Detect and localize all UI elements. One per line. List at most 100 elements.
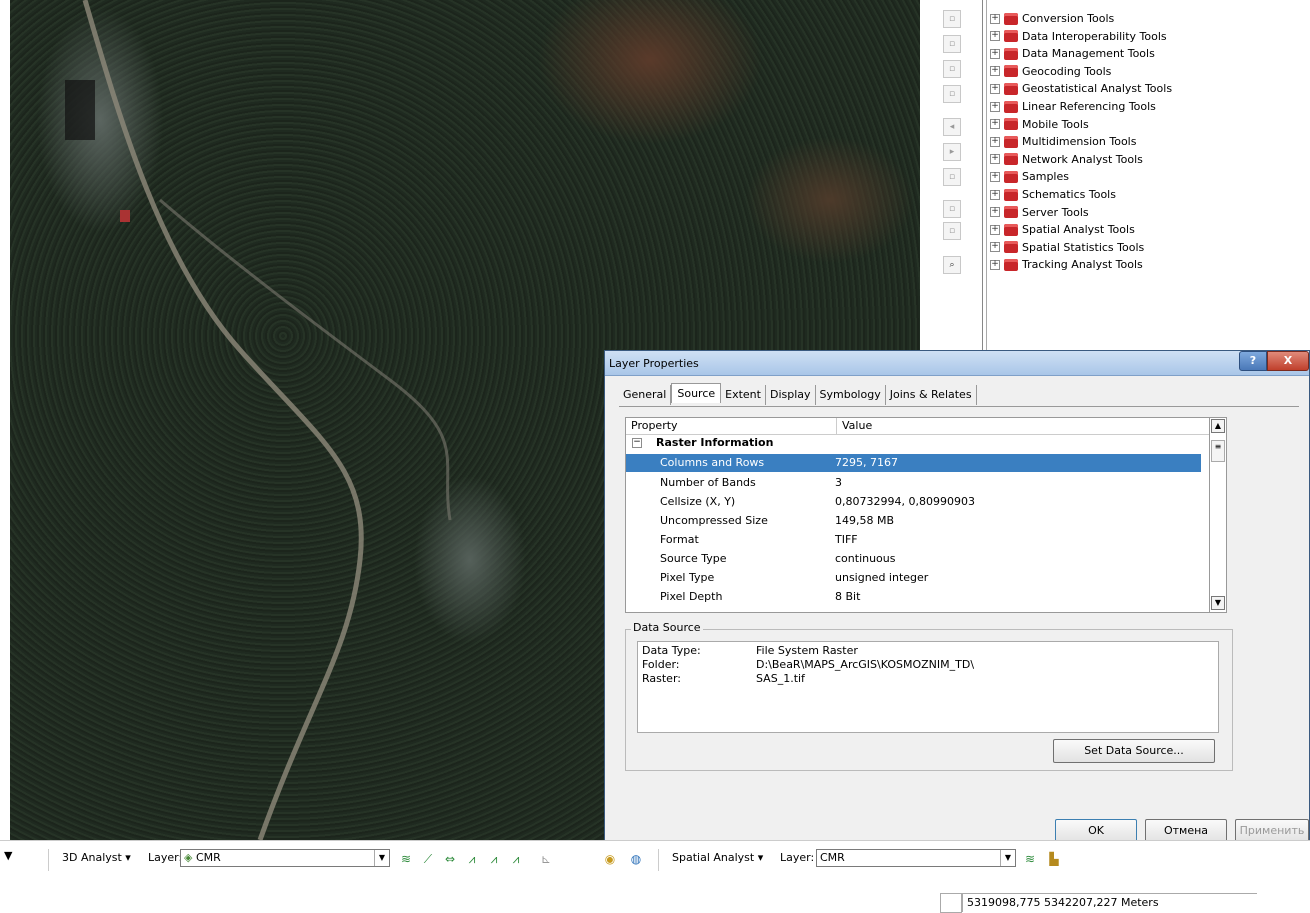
property-value: 0,80732994, 0,80990903 xyxy=(835,494,975,508)
property-grid-scrollbar[interactable]: ▲ ≡ ▼ xyxy=(1209,417,1227,613)
steepest-path-icon[interactable]: ⟋ xyxy=(420,851,436,867)
toolbox-item[interactable]: + Data Interoperability Tools xyxy=(990,28,1167,45)
toolbox-item[interactable]: + Geocoding Tools xyxy=(990,63,1111,80)
tab-display[interactable]: Display xyxy=(766,385,816,405)
contour-icon[interactable]: ≋ xyxy=(398,851,414,867)
toolbar-menu-arrow-icon[interactable]: ▼ xyxy=(4,849,12,862)
property-row[interactable]: Source Type continuous xyxy=(626,549,1206,567)
expand-icon[interactable]: + xyxy=(990,136,1000,147)
scroll-thumb[interactable]: ≡ xyxy=(1211,440,1225,462)
toolbox-item[interactable]: + Spatial Statistics Tools xyxy=(990,239,1144,256)
interpolate-point-icon[interactable]: ⩘ xyxy=(508,851,524,867)
chevron-down-icon[interactable]: ▼ xyxy=(1000,850,1015,866)
expand-icon[interactable]: + xyxy=(990,101,1000,112)
set-data-source-button[interactable]: Set Data Source... xyxy=(1053,739,1215,763)
full-extent-icon[interactable]: ▫ xyxy=(943,60,961,78)
toolbox-icon xyxy=(1004,12,1018,25)
identify-icon[interactable]: ▫ xyxy=(943,200,961,218)
expand-icon[interactable]: + xyxy=(990,154,1000,165)
3d-analyst-label: 3D Analyst xyxy=(62,851,122,864)
help-button[interactable]: ? xyxy=(1239,351,1267,371)
tab-symbology[interactable]: Symbology xyxy=(816,385,886,405)
property-row[interactable]: Columns and Rows 7295, 7167 xyxy=(626,454,1206,472)
toolbox-item[interactable]: + Server Tools xyxy=(990,204,1089,221)
expand-icon[interactable]: + xyxy=(990,259,1000,270)
toolbox-item[interactable]: + Geostatistical Analyst Tools xyxy=(990,80,1172,97)
expand-icon[interactable]: + xyxy=(990,13,1000,24)
3d-analyst-menu[interactable]: 3D Analyst ▾ xyxy=(62,851,131,864)
toolbox-item-label: Linear Referencing Tools xyxy=(1022,100,1156,113)
col-property-header[interactable]: Property xyxy=(626,418,837,434)
property-row[interactable]: Number of Bands 3 xyxy=(626,473,1206,491)
back-extent-icon[interactable]: ◂ xyxy=(943,118,961,136)
layer-combo-spatial[interactable]: CMR ▼ xyxy=(816,849,1016,867)
property-grid[interactable]: Property Value − Raster Information Colu… xyxy=(625,417,1227,613)
forward-extent-icon[interactable]: ▸ xyxy=(943,143,961,161)
spatial-analyst-label: Spatial Analyst xyxy=(672,851,755,864)
expand-icon[interactable]: + xyxy=(990,48,1000,59)
toolbox-item[interactable]: + Multidimension Tools xyxy=(990,133,1136,150)
expand-icon[interactable]: + xyxy=(990,119,1000,130)
find-icon[interactable]: ▫ xyxy=(943,222,961,240)
tab-extent[interactable]: Extent xyxy=(721,385,766,405)
expand-icon[interactable]: + xyxy=(990,242,1000,253)
property-key: Cellsize (X, Y) xyxy=(660,494,736,508)
raster-info-group[interactable]: − Raster Information xyxy=(632,436,773,449)
expand-icon[interactable]: + xyxy=(990,189,1000,200)
layer-combo-3d[interactable]: ◈ CMR ▼ xyxy=(180,849,390,867)
select-icon[interactable]: ▫ xyxy=(943,168,961,186)
analyst-toolbar: ▼ 3D Analyst ▾ Layer: ◈ CMR ▼ ≋ ⟋ ⇔ ⩘ ⩘ … xyxy=(0,840,1310,877)
expand-icon[interactable]: + xyxy=(990,66,1000,77)
expand-icon[interactable]: + xyxy=(990,171,1000,182)
contour-tool-icon[interactable]: ≋ xyxy=(1022,851,1038,867)
property-row[interactable]: Cellsize (X, Y) 0,80732994, 0,80990903 xyxy=(626,492,1206,510)
toolbox-item[interactable]: + Network Analyst Tools xyxy=(990,151,1143,168)
toolbox-item[interactable]: + Mobile Tools xyxy=(990,116,1089,133)
binoculars-icon[interactable]: ⌕ xyxy=(943,256,961,274)
line-of-sight-icon[interactable]: ⇔ xyxy=(442,851,458,867)
scroll-up-icon[interactable]: ▲ xyxy=(1211,419,1225,433)
chevron-down-icon[interactable]: ▼ xyxy=(374,850,389,866)
zoom-out-fixed-icon[interactable]: ▫ xyxy=(943,35,961,53)
property-row[interactable]: Uncompressed Size 149,58 MB xyxy=(626,511,1206,529)
toolbox-item[interactable]: + Samples xyxy=(990,168,1069,185)
interpolate-line-icon[interactable]: ⩘ xyxy=(486,851,502,867)
arcscene-icon[interactable]: ◉ xyxy=(602,851,618,867)
col-value-header[interactable]: Value xyxy=(837,418,877,434)
ds-value: File System Raster xyxy=(756,644,858,657)
dialog-titlebar[interactable]: Layer Properties ? X xyxy=(605,351,1309,376)
create-profile-icon[interactable]: ⊾ xyxy=(538,851,554,867)
tab-joins-relates[interactable]: Joins & Relates xyxy=(886,385,977,405)
toolbox-item[interactable]: + Conversion Tools xyxy=(990,10,1114,27)
property-value: unsigned integer xyxy=(835,570,929,584)
property-key: Source Type xyxy=(660,551,727,565)
toolbox-item[interactable]: + Data Management Tools xyxy=(990,45,1155,62)
spatial-analyst-menu[interactable]: Spatial Analyst ▾ xyxy=(672,851,763,864)
toolbox-item[interactable]: + Linear Referencing Tools xyxy=(990,98,1156,115)
group-label: Raster Information xyxy=(656,436,774,449)
expand-icon[interactable]: + xyxy=(990,83,1000,94)
zoom-in-fixed-icon[interactable]: ▫ xyxy=(943,10,961,28)
zoom-1-1-icon[interactable]: ▫ xyxy=(943,85,961,103)
toolbox-item[interactable]: + Schematics Tools xyxy=(990,186,1116,203)
tab-general[interactable]: General xyxy=(619,385,672,405)
ds-line: Folder: D:\BeaR\MAPS_ArcGIS\KOSMOZNIM_TD… xyxy=(642,658,974,672)
arcglobe-icon[interactable]: ◍ xyxy=(628,851,644,867)
property-key: Uncompressed Size xyxy=(660,513,768,527)
toolbox-item-label: Geostatistical Analyst Tools xyxy=(1022,82,1173,96)
expand-icon[interactable]: + xyxy=(990,224,1000,235)
expand-icon[interactable]: + xyxy=(990,31,1000,42)
expand-icon[interactable]: + xyxy=(990,207,1000,218)
toolbox-item[interactable]: + Spatial Analyst Tools xyxy=(990,221,1135,238)
scroll-down-icon[interactable]: ▼ xyxy=(1211,596,1225,610)
tab-source[interactable]: Source xyxy=(671,383,722,403)
histogram-icon[interactable]: ▙ xyxy=(1046,851,1062,867)
property-row[interactable]: Pixel Type unsigned integer xyxy=(626,568,1206,586)
property-row[interactable]: Pixel Depth 8 Bit xyxy=(626,587,1206,605)
close-button[interactable]: X xyxy=(1267,351,1309,371)
ds-key: Folder: xyxy=(642,658,680,671)
toolbox-item[interactable]: + Tracking Analyst Tools xyxy=(990,256,1143,273)
property-row[interactable]: Format TIFF xyxy=(626,530,1206,548)
collapse-icon[interactable]: − xyxy=(632,437,642,448)
profile-graph-icon[interactable]: ⩘ xyxy=(464,851,480,867)
